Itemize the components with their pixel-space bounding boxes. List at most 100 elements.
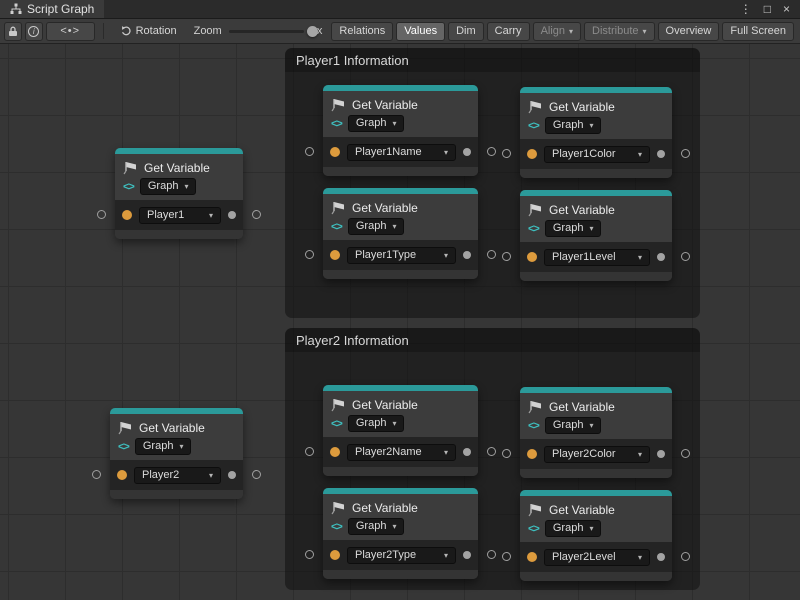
right-port[interactable] (487, 250, 496, 259)
left-port[interactable] (502, 449, 511, 458)
left-port[interactable] (305, 250, 314, 259)
value-port-dot[interactable] (657, 253, 665, 261)
chevron-down-icon: ▾ (638, 448, 642, 461)
right-port[interactable] (681, 149, 690, 158)
carry-toggle[interactable]: Carry (487, 22, 530, 41)
right-port[interactable] (252, 210, 261, 219)
variable-dropdown-label: Player1Level (552, 251, 616, 264)
scope-dropdown[interactable]: Graph ▾ (348, 518, 405, 535)
right-port[interactable] (487, 447, 496, 456)
scope-dropdown[interactable]: Graph ▾ (135, 438, 192, 455)
variable-dropdown[interactable]: Player2Level ▾ (544, 549, 650, 566)
variable-name-port[interactable] (122, 210, 132, 220)
variable-icon (528, 400, 543, 414)
code-preview-button[interactable]: <•> (46, 22, 95, 41)
group-header[interactable]: Player2 Information (285, 328, 700, 352)
variable-name-port[interactable] (527, 252, 537, 262)
right-port[interactable] (252, 470, 261, 479)
group-header[interactable]: Player1 Information (285, 48, 700, 72)
tab-script-graph[interactable]: Script Graph (0, 0, 104, 18)
left-port[interactable] (502, 149, 511, 158)
scope-dropdown[interactable]: Graph ▾ (348, 115, 405, 132)
left-port[interactable] (305, 550, 314, 559)
variable-icon (528, 203, 543, 217)
value-port-dot[interactable] (463, 448, 471, 456)
scope-dropdown[interactable]: Graph ▾ (545, 520, 602, 537)
variable-dropdown[interactable]: Player1Level ▾ (544, 249, 650, 266)
zoom-slider[interactable] (229, 23, 304, 39)
overview-button[interactable]: Overview (658, 22, 720, 41)
get-variable-node-player1name[interactable]: Get Variable <> Graph ▾ Player1Name ▾ (323, 85, 478, 176)
align-dropdown[interactable]: Align ▾ (533, 22, 581, 41)
get-variable-node-player1level[interactable]: Get Variable <> Graph ▾ Player1Level ▾ (520, 190, 672, 281)
get-variable-node-player1type[interactable]: Get Variable <> Graph ▾ Player1Type ▾ (323, 188, 478, 279)
left-port[interactable] (305, 447, 314, 456)
fullscreen-button[interactable]: Full Screen (722, 22, 794, 41)
zoom-slider-knob[interactable] (307, 26, 318, 37)
get-variable-node-player2type[interactable]: Get Variable <> Graph ▾ Player2Type ▾ (323, 488, 478, 579)
scope-dropdown[interactable]: Graph ▾ (545, 220, 602, 237)
value-port-dot[interactable] (657, 150, 665, 158)
variable-name-port[interactable] (527, 552, 537, 562)
scope-dropdown[interactable]: Graph ▾ (348, 415, 405, 432)
right-port[interactable] (681, 552, 690, 561)
get-variable-node-player2[interactable]: Get Variable <> Graph ▾ Player2 ▾ (110, 408, 243, 499)
close-icon[interactable]: × (783, 3, 790, 15)
right-port[interactable] (681, 449, 690, 458)
variable-name-port[interactable] (117, 470, 127, 480)
variable-name-port[interactable] (330, 250, 340, 260)
variable-dropdown[interactable]: Player1Type ▾ (347, 247, 456, 264)
value-port-dot[interactable] (657, 450, 665, 458)
right-port[interactable] (487, 550, 496, 559)
variable-name-port[interactable] (330, 550, 340, 560)
dim-toggle[interactable]: Dim (448, 22, 484, 41)
variable-dropdown[interactable]: Player2Name ▾ (347, 444, 456, 461)
menu-icon[interactable]: ⋮ (740, 3, 752, 15)
chevron-down-icon: ▾ (179, 440, 183, 453)
get-variable-node-player1[interactable]: Get Variable <> Graph ▾ Player1 ▾ (115, 148, 243, 239)
right-port[interactable] (681, 252, 690, 261)
variable-name-port[interactable] (330, 447, 340, 457)
value-port-dot[interactable] (657, 553, 665, 561)
values-toggle[interactable]: Values (396, 22, 445, 41)
get-variable-node-player2name[interactable]: Get Variable <> Graph ▾ Player2Name ▾ (323, 385, 478, 476)
variable-icon (528, 503, 543, 517)
value-port-dot[interactable] (228, 471, 236, 479)
group-title: Player2 Information (296, 333, 409, 348)
get-variable-node-player2level[interactable]: Get Variable <> Graph ▾ Player2Level ▾ (520, 490, 672, 581)
variable-name-port[interactable] (330, 147, 340, 157)
scope-dropdown[interactable]: Graph ▾ (140, 178, 197, 195)
variable-dropdown[interactable]: Player2Color ▾ (544, 446, 650, 463)
relations-toggle[interactable]: Relations (331, 22, 393, 41)
variable-name-port[interactable] (527, 449, 537, 459)
left-port[interactable] (305, 147, 314, 156)
scope-dropdown[interactable]: Graph ▾ (545, 117, 602, 134)
get-variable-node-player2color[interactable]: Get Variable <> Graph ▾ Player2Color ▾ (520, 387, 672, 478)
scope-dropdown[interactable]: Graph ▾ (348, 218, 405, 235)
variable-dropdown[interactable]: Player1Name ▾ (347, 144, 456, 161)
right-port[interactable] (487, 147, 496, 156)
variable-dropdown[interactable]: Player1Color ▾ (544, 146, 650, 163)
value-port-dot[interactable] (463, 251, 471, 259)
variable-dropdown[interactable]: Player2 ▾ (134, 467, 221, 484)
lock-button[interactable] (4, 22, 22, 41)
chevron-down-icon: ▾ (392, 220, 396, 233)
rotation-button[interactable]: Rotation (112, 22, 185, 41)
maximize-icon[interactable]: □ (764, 3, 771, 15)
left-port[interactable] (97, 210, 106, 219)
value-port-dot[interactable] (463, 148, 471, 156)
graph-canvas[interactable]: Player1 Information Player2 Information … (0, 44, 800, 600)
left-port[interactable] (502, 252, 511, 261)
get-variable-node-player1color[interactable]: Get Variable <> Graph ▾ Player1Color ▾ (520, 87, 672, 178)
variable-name-port[interactable] (527, 149, 537, 159)
value-port-dot[interactable] (463, 551, 471, 559)
value-port-dot[interactable] (228, 211, 236, 219)
left-port[interactable] (502, 552, 511, 561)
graph-scope-icon: <> (331, 221, 342, 233)
distribute-dropdown[interactable]: Distribute ▾ (584, 22, 654, 41)
info-button[interactable]: i (25, 22, 43, 41)
scope-dropdown[interactable]: Graph ▾ (545, 417, 602, 434)
variable-dropdown[interactable]: Player2Type ▾ (347, 547, 456, 564)
left-port[interactable] (92, 470, 101, 479)
variable-dropdown[interactable]: Player1 ▾ (139, 207, 221, 224)
